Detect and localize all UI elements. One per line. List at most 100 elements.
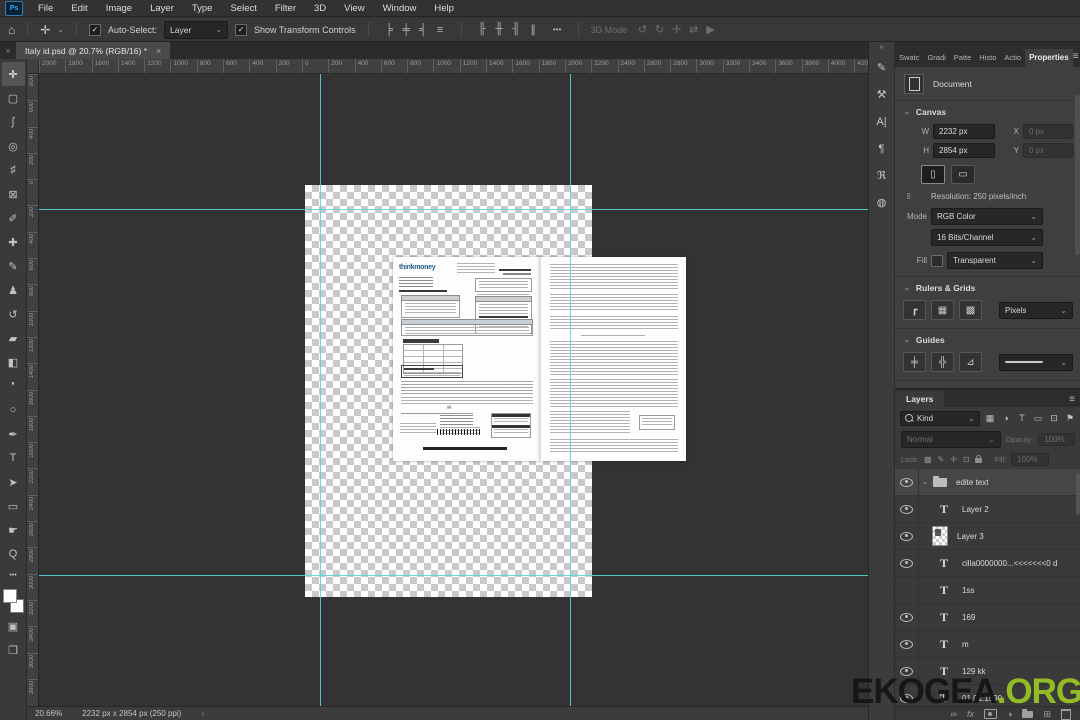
vertical-guide[interactable] <box>570 74 571 706</box>
guide-style-dropdown[interactable]: ⌄ <box>999 353 1073 371</box>
panel-icon[interactable]: ◍ <box>869 189 894 216</box>
align-icon[interactable]: ≡ <box>432 24 449 36</box>
tool-button[interactable]: ✛ <box>1 62 25 86</box>
layer-visibility-toggle[interactable] <box>895 469 919 495</box>
distribute-icon[interactable]: ╟ <box>474 23 491 36</box>
tool-button[interactable]: ▰ <box>2 326 25 350</box>
panel-icon[interactable]: A| <box>869 108 894 135</box>
panel-icon[interactable]: ⚒ <box>869 81 894 108</box>
mortgage-statement-page-2[interactable] <box>540 257 686 461</box>
tool-button[interactable]: ◎ <box>2 134 25 158</box>
canvas-width-field[interactable]: 2232 px <box>933 124 995 139</box>
panel-tab[interactable]: Histo <box>975 49 1000 67</box>
layer-row[interactable]: ⌄ T Layer 3 <box>895 523 1080 550</box>
tool-button[interactable]: ✎ <box>2 254 25 278</box>
tool-button[interactable]: ⊠ <box>2 182 25 206</box>
menu-item[interactable]: View <box>335 3 373 14</box>
tool-button[interactable]: ➤ <box>2 470 25 494</box>
canvas-height-field[interactable]: 2854 px <box>933 143 995 158</box>
panel-tab[interactable]: Actio <box>1000 49 1025 67</box>
layers-scrollbar[interactable] <box>1076 473 1080 515</box>
group-chevron-icon[interactable]: ⌄ <box>919 478 931 486</box>
layer-filter-icon[interactable]: ▭ <box>1031 413 1045 424</box>
more-options-icon[interactable]: ••• <box>549 25 566 34</box>
panel-icon[interactable]: ¶ <box>869 135 894 162</box>
bit-depth-dropdown[interactable]: 16 Bits/Channel ⌄ <box>931 229 1043 246</box>
layer-name[interactable]: edite text <box>956 478 988 487</box>
link-dimensions-icon[interactable]: ∞ <box>904 193 914 199</box>
menu-item[interactable]: File <box>29 3 62 14</box>
distribute-icon[interactable]: ∥ <box>525 23 542 36</box>
tool-button[interactable]: ↺ <box>2 302 25 326</box>
align-icon[interactable]: ╞ <box>381 24 398 36</box>
layer-name[interactable]: 1ss <box>962 586 974 595</box>
horizontal-guide[interactable] <box>39 575 868 576</box>
layer-name[interactable]: 169 <box>962 613 975 622</box>
rulers-grids-icon[interactable]: ▦ <box>931 300 954 320</box>
tool-button[interactable]: ʃ <box>2 110 25 134</box>
distribute-icon[interactable]: ╢ <box>508 23 525 36</box>
horizontal-ruler[interactable]: 2000 1800 1600 1400 1200 1000 800 600 400 200 0 200… <box>39 59 868 74</box>
horizontal-guide[interactable] <box>39 209 868 210</box>
photoshop-logo-icon[interactable]: Ps <box>5 0 23 16</box>
tool-button[interactable]: ▭ <box>2 494 25 518</box>
canvas-section-header[interactable]: ⌄ Canvas <box>895 101 1080 122</box>
close-icon[interactable]: × <box>156 46 161 56</box>
layer-visibility-toggle[interactable] <box>895 550 919 576</box>
document-icon-box[interactable] <box>904 74 924 94</box>
layer-visibility-toggle[interactable] <box>895 496 919 522</box>
status-chevron-icon[interactable]: › <box>201 709 204 718</box>
panel-tab[interactable]: Patte <box>950 49 976 67</box>
layer-filter-icon[interactable]: T <box>1015 413 1029 424</box>
menu-item[interactable]: Window <box>374 3 426 14</box>
tool-button[interactable]: ◧ <box>2 350 25 374</box>
fill-checkbox[interactable] <box>931 254 943 267</box>
canvas-area[interactable]: thinkmoney ✉ <box>39 74 868 706</box>
align-icon[interactable]: ╡ <box>415 24 432 36</box>
layer-filter-dropdown[interactable]: Kind ⌄ <box>900 410 980 426</box>
tool-button[interactable]: ❜ <box>2 374 25 398</box>
expand-panels-icon[interactable]: » <box>880 42 884 54</box>
panel-icon[interactable]: ℜ <box>869 162 894 189</box>
tool-button[interactable]: ✒ <box>2 422 25 446</box>
layers-menu-icon[interactable]: ≡ <box>1069 394 1080 407</box>
rulers-grids-section-header[interactable]: ⌄ Rulers & Grids <box>895 277 1080 298</box>
zoom-level[interactable]: 20.66% <box>35 709 62 718</box>
foreground-color-swatch[interactable] <box>3 589 17 603</box>
layer-visibility-toggle[interactable] <box>895 631 919 657</box>
layer-visibility-toggle[interactable] <box>895 604 919 630</box>
layer-name[interactable]: cilla0000000...<<<<<<<0 d <box>962 559 1057 568</box>
layer-visibility-toggle[interactable] <box>895 577 919 603</box>
layer-name[interactable]: m <box>962 640 969 649</box>
quick-actions-section-header[interactable]: ⌄Quick Actions <box>895 381 1080 388</box>
tool-button[interactable]: ☛ <box>2 518 25 542</box>
align-icon[interactable]: ╪ <box>398 24 415 36</box>
guides-icon[interactable]: ╬ <box>931 352 954 372</box>
tool-button[interactable]: T <box>2 446 25 470</box>
layer-row[interactable]: ⌄ T 169 <box>895 604 1080 631</box>
rulers-grids-icon[interactable]: ▩ <box>959 300 982 320</box>
layer-name[interactable]: Layer 2 <box>962 505 989 514</box>
screen-mode-button[interactable]: ❐ <box>2 638 25 662</box>
landscape-orientation-button[interactable]: ▭ <box>951 165 975 184</box>
tool-button[interactable]: ✚ <box>2 230 25 254</box>
menu-item[interactable]: Filter <box>266 3 305 14</box>
layer-row[interactable]: ⌄ T m <box>895 631 1080 658</box>
properties-scrollbar[interactable] <box>1075 95 1080 255</box>
layer-filter-icon[interactable]: ⚑ <box>1063 413 1077 424</box>
layer-row[interactable]: ⌄ T 1ss <box>895 577 1080 604</box>
menu-item[interactable]: Image <box>97 3 141 14</box>
tool-button[interactable]: ▢ <box>2 86 25 110</box>
layer-visibility-toggle[interactable] <box>895 523 919 549</box>
ruler-units-dropdown[interactable]: Pixels ⌄ <box>999 301 1073 319</box>
menu-item[interactable]: Help <box>425 3 463 14</box>
panel-tab[interactable]: Properties <box>1025 49 1073 67</box>
mortgage-statement-page-1[interactable]: thinkmoney ✉ <box>393 257 540 461</box>
color-swatches[interactable] <box>1 588 25 614</box>
document-tab[interactable]: Italy id.psd @ 20.7% (RGB/16) * × <box>16 42 171 59</box>
color-mode-dropdown[interactable]: RGB Color ⌄ <box>931 208 1043 225</box>
panel-tab[interactable]: Swatc <box>895 49 923 67</box>
guides-section-header[interactable]: ⌄ Guides <box>895 329 1080 350</box>
rulers-grids-icon[interactable]: ┏ <box>903 300 926 320</box>
panel-icon[interactable]: ✎ <box>869 54 894 81</box>
